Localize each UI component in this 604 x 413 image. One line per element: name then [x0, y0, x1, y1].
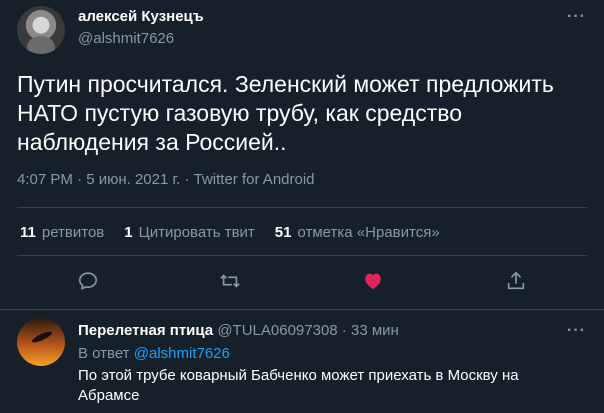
retweet-button[interactable] — [219, 270, 243, 294]
likes-stat[interactable]: 51 отметка «Нравится» — [275, 224, 440, 241]
comment-icon — [78, 272, 98, 290]
like-button[interactable] — [362, 270, 386, 294]
author-avatar[interactable] — [17, 6, 65, 54]
retweet-icon — [220, 274, 240, 288]
divider — [0, 309, 604, 310]
share-button[interactable] — [505, 270, 529, 294]
divider — [17, 255, 587, 256]
likes-label: отметка «Нравится» — [297, 224, 440, 241]
reply-author-avatar[interactable] — [17, 318, 65, 366]
reply-text: По этой трубе коварный Бабченко может пр… — [78, 367, 519, 404]
divider — [17, 207, 587, 208]
reply-more-options-icon[interactable]: ··· — [567, 322, 586, 340]
retweets-label: ретвитов — [41, 224, 105, 241]
reply-to-label: В ответ — [78, 345, 130, 362]
quotes-count: 1 — [124, 224, 133, 241]
tweet-text: Путин просчитался. Зеленский может предл… — [17, 71, 554, 155]
reply-separator: · — [341, 322, 347, 339]
share-icon — [507, 271, 525, 290]
reply-author-name[interactable]: Перелетная птица — [78, 322, 213, 339]
reply-button[interactable] — [77, 270, 101, 294]
reply-time[interactable]: 33 мин — [351, 322, 399, 339]
retweets-stat[interactable]: 11 ретвитов — [20, 224, 104, 241]
likes-count: 51 — [274, 224, 292, 241]
reply-author-handle[interactable]: @TULA06097308 — [217, 322, 337, 339]
tweet-stats: 11 ретвитов 1 Цитировать твит 51 отметка «Н… — [20, 224, 460, 241]
author-name[interactable]: алексей Кузнецъ — [78, 8, 204, 25]
quotes-stat[interactable]: 1 Цитировать твит — [124, 224, 255, 241]
reply-to-handle-link[interactable]: @alshmit7626 — [134, 345, 230, 362]
reply-to-line: В ответ @alshmit7626 — [78, 345, 230, 362]
reply-header: Перелетная птица @TULA06097308 · 33 мин — [78, 322, 399, 339]
more-options-icon[interactable]: ··· — [567, 8, 586, 26]
tweet-meta: 4:07 PM · 5 июн. 2021 г. · Twitter for A… — [17, 171, 315, 188]
retweets-count: 11 — [20, 224, 36, 241]
author-handle[interactable]: @alshmit7626 — [78, 30, 174, 47]
quotes-label: Цитировать твит — [138, 224, 255, 241]
heart-icon — [365, 273, 381, 290]
